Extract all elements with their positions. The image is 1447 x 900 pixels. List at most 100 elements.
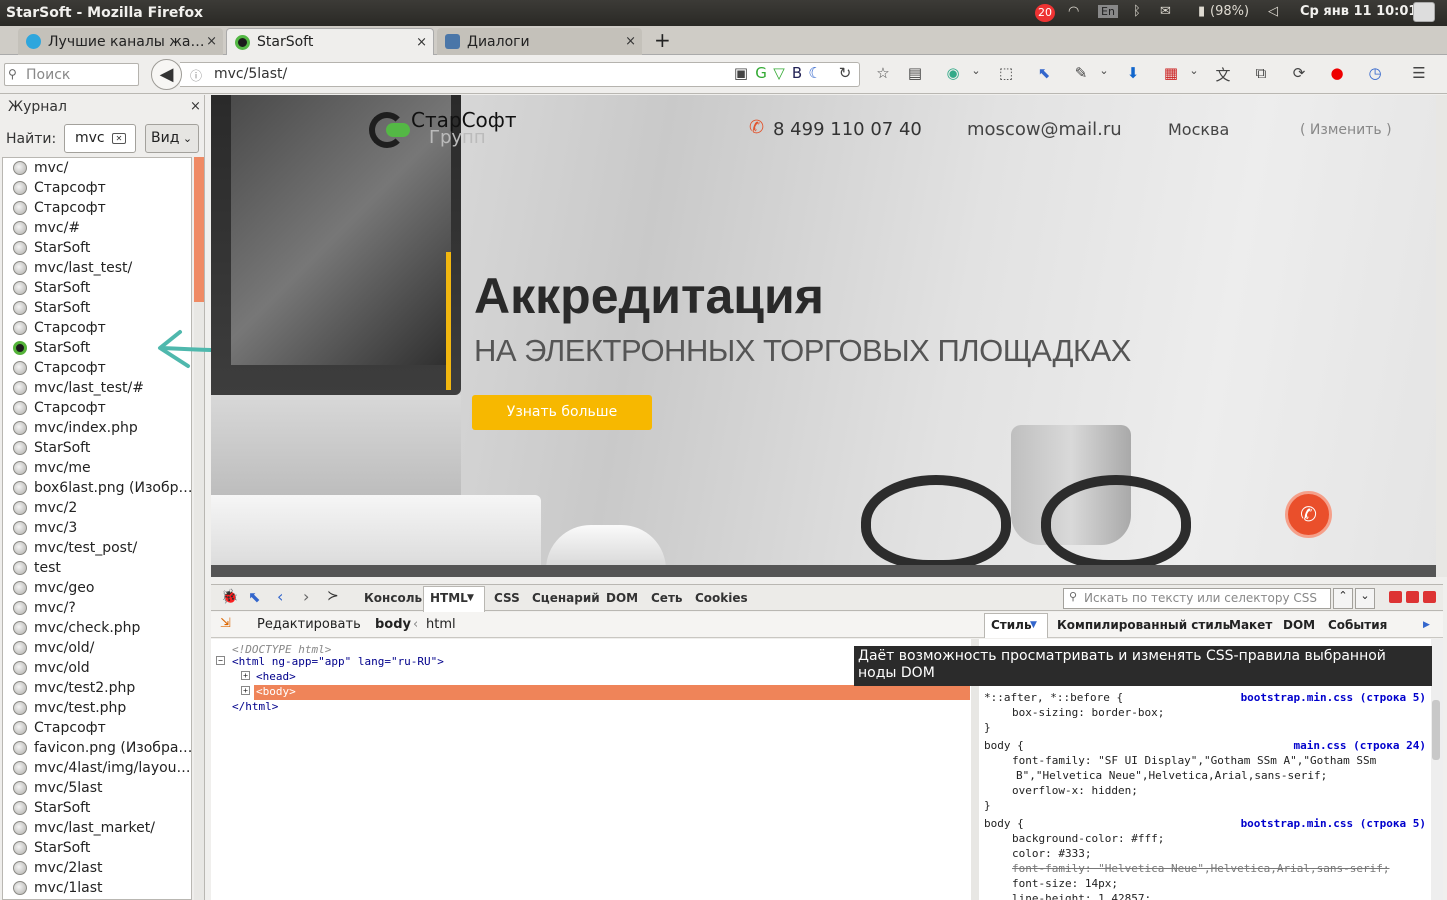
screenshot-icon[interactable]: ⬚ — [995, 64, 1017, 82]
chevron-down-icon[interactable]: ⌄ — [965, 64, 987, 77]
history-item[interactable]: mvc/last_market/ — [3, 818, 191, 838]
change-city-link[interactable]: ( Изменить ) — [1300, 122, 1392, 138]
mail-icon[interactable]: ✉ — [1160, 4, 1171, 19]
chevron-down-icon[interactable]: ▼ — [1030, 620, 1037, 630]
tab-script[interactable]: Сценарий — [532, 591, 600, 605]
history-item[interactable]: mvc/? — [3, 598, 191, 618]
css-selector[interactable]: body { — [984, 739, 1024, 752]
tab-css[interactable]: CSS — [494, 591, 520, 605]
css-property[interactable]: overflow-x: hidden; — [1012, 784, 1138, 797]
css-selector[interactable]: *::after, *::before { — [984, 691, 1123, 704]
head-node[interactable]: <head> — [256, 670, 296, 683]
css-property-overridden[interactable]: font-family: "Helvetica Neue",Helvetica,… — [1012, 862, 1390, 875]
history-item[interactable]: test — [3, 558, 191, 578]
css-source-link[interactable]: bootstrap.min.css (строка 5) — [1241, 691, 1426, 704]
tab-console[interactable]: Консоль — [364, 591, 422, 605]
history-item[interactable]: StarSoft — [3, 298, 191, 318]
history-item[interactable]: mvc/me — [3, 458, 191, 478]
new-tab-button[interactable]: + — [654, 28, 671, 52]
minimize-icon[interactable] — [1389, 591, 1402, 603]
command-line-icon[interactable]: ≻ — [327, 588, 339, 604]
inspect-icon[interactable]: ⬉ — [1033, 64, 1055, 82]
inspect-icon[interactable]: ⬉ — [248, 588, 261, 606]
download-icon[interactable]: ⬇ — [1122, 64, 1144, 82]
clock-icon[interactable]: ◷ — [1364, 64, 1386, 82]
call-button[interactable]: ✆ — [1285, 491, 1332, 538]
info-icon[interactable]: ⓘ — [190, 67, 202, 84]
chevron-up-icon[interactable]: ⌃ — [1333, 588, 1353, 609]
chevron-down-icon[interactable]: ⌄ — [1183, 64, 1205, 77]
battery-icon[interactable]: ▮ — [1198, 4, 1205, 19]
css-source-link[interactable]: main.css (строка 24) — [1294, 739, 1426, 752]
keyboard-layout-indicator[interactable]: En — [1098, 5, 1118, 18]
history-item[interactable]: mvc/2last — [3, 858, 191, 878]
close-icon[interactable] — [1423, 591, 1436, 603]
close-tab-icon[interactable]: × — [206, 34, 217, 49]
breadcrumb-html[interactable]: html — [426, 617, 456, 632]
css-property[interactable]: color: #333; — [1012, 847, 1091, 860]
sync-icon[interactable]: ⟳ — [1288, 64, 1310, 82]
close-icon[interactable]: × — [190, 99, 201, 114]
history-item[interactable]: mvc/test_post/ — [3, 538, 191, 558]
addon-icon[interactable]: ▣ — [730, 64, 752, 82]
style-scrollbar[interactable] — [1431, 639, 1443, 900]
html-node[interactable]: <html ng-app="app" lang="ru-RU"> — [232, 655, 444, 668]
tab-computed-style[interactable]: Компилированный стиль — [1057, 618, 1230, 632]
back-arrow-icon[interactable]: ‹ — [277, 587, 283, 606]
search-input[interactable]: Поиск — [4, 63, 139, 86]
history-item[interactable]: mvc/5last — [3, 778, 191, 798]
tab-side-dom[interactable]: DOM — [1283, 618, 1315, 632]
back-button[interactable]: ◀ — [151, 59, 182, 90]
tab-style[interactable]: Стиль — [991, 618, 1032, 632]
css-source-link[interactable]: bootstrap.min.css (строка 5) — [1241, 817, 1426, 830]
css-property[interactable]: font-size: 14px; — [1012, 877, 1118, 890]
history-item[interactable]: mvc/ — [3, 158, 191, 178]
window-resize-icon[interactable]: ⧉ — [1250, 64, 1272, 82]
wifi-icon[interactable]: ◠ — [1068, 4, 1079, 19]
history-item[interactable]: mvc/index.php — [3, 418, 191, 438]
history-item[interactable]: mvc/old/ — [3, 638, 191, 658]
view-dropdown[interactable]: Вид ⌄ — [145, 124, 199, 153]
detach-icon[interactable] — [1406, 591, 1419, 603]
eyedropper-icon[interactable]: ✎ — [1070, 64, 1092, 82]
style-scrollbar-thumb[interactable] — [1432, 700, 1440, 760]
history-item[interactable]: mvc/test.php — [3, 698, 191, 718]
tab-layout[interactable]: Макет — [1229, 618, 1272, 632]
history-item[interactable]: mvc/last_test/# — [3, 378, 191, 398]
forward-arrow-icon[interactable]: › — [303, 587, 309, 606]
history-item[interactable]: mvc/1last — [3, 878, 191, 898]
css-property[interactable]: line-height: 1.42857; — [1012, 892, 1151, 900]
moon-icon[interactable]: ☾ — [804, 64, 826, 82]
breadcrumb-body[interactable]: body — [375, 617, 411, 632]
css-selector[interactable]: body { — [984, 817, 1024, 830]
history-item[interactable]: StarSoft — [3, 838, 191, 858]
css-property[interactable]: background-color: #fff; — [1012, 832, 1164, 845]
history-item[interactable]: mvc/2 — [3, 498, 191, 518]
history-item[interactable]: StarSoft — [3, 798, 191, 818]
collapse-icon[interactable]: − — [216, 656, 225, 665]
close-tab-icon[interactable]: × — [416, 35, 427, 50]
phone-number[interactable]: 8 499 110 07 40 — [773, 119, 922, 140]
session-icon[interactable] — [1413, 2, 1435, 22]
history-item[interactable]: mvc/test2.php — [3, 678, 191, 698]
history-item[interactable]: Старсофт — [3, 198, 191, 218]
history-item[interactable]: favicon.png (Изобра… — [3, 738, 191, 758]
firebug-search-input[interactable]: Искать по тексту или селектору CSS — [1063, 588, 1331, 609]
chevron-down-icon[interactable]: ⌄ — [1093, 64, 1115, 77]
history-item[interactable]: mvc/old — [3, 658, 191, 678]
clock[interactable]: Ср янв 11 10:01 — [1300, 4, 1417, 19]
inspect-element-icon[interactable]: ⇲ — [220, 616, 231, 631]
tab-starsoft[interactable]: StarSoft × — [226, 28, 434, 55]
chevron-down-icon[interactable]: ⌄ — [1355, 588, 1375, 609]
history-item[interactable]: StarSoft — [3, 278, 191, 298]
tab-net[interactable]: Сеть — [651, 591, 683, 605]
learn-more-button[interactable]: Узнать больше — [472, 395, 652, 430]
firebug-icon[interactable]: 🐞 — [221, 589, 238, 605]
bookmarks-list-icon[interactable]: ▤ — [904, 64, 926, 82]
history-item[interactable]: mvc/check.php — [3, 618, 191, 638]
tab-dom[interactable]: DOM — [606, 591, 638, 605]
css-property[interactable]: box-sizing: border-box; — [1012, 706, 1164, 719]
translate-globe-icon[interactable]: ◉ — [942, 64, 964, 82]
menu-icon[interactable]: ☰ — [1408, 64, 1430, 82]
tab-dialogs[interactable]: Диалоги × — [437, 28, 642, 55]
